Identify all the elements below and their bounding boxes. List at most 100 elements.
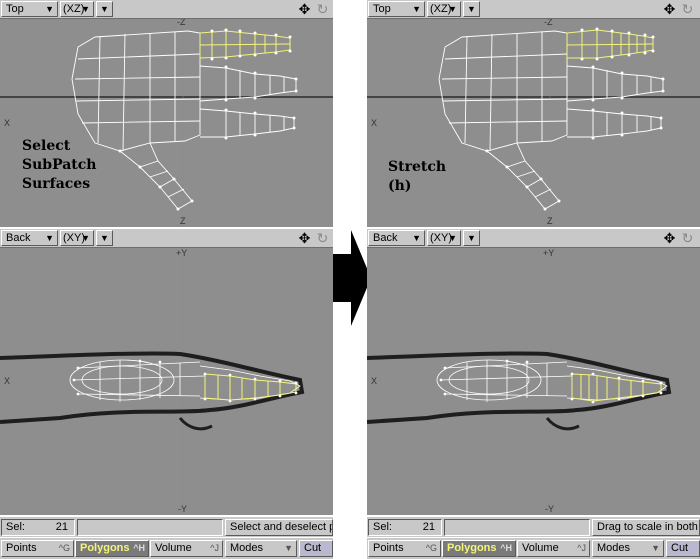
dropdown-arrow-icon: ▼ xyxy=(448,4,457,14)
projection-menu[interactable]: (XZ) ▼ xyxy=(427,1,461,17)
hint-text: Drag to scale in both a xyxy=(592,519,700,536)
mode-label: Polygons xyxy=(447,542,497,554)
before-panel: Top ▼ (XZ) ▼ ▼ ✥ ↻ -Z Z X Select SubPatc… xyxy=(0,0,333,559)
move-view-icon[interactable]: ✥ xyxy=(661,230,678,246)
dropdown-arrow-icon: ▼ xyxy=(412,233,421,243)
view-type-menu[interactable]: Back ▼ xyxy=(368,230,425,246)
back-viewport[interactable]: Back ▼ (XY) ▼ ▼ ✥ ↻ +Y -Y X xyxy=(367,229,700,515)
dropdown-arrow-icon: ▼ xyxy=(81,4,90,14)
viewport-toolbar: Back ▼ (XY) ▼ ▼ ✥ ↻ xyxy=(367,229,700,248)
move-view-icon[interactable]: ✥ xyxy=(296,1,313,17)
projection-menu[interactable]: (XY) ▼ xyxy=(427,230,461,246)
viewport-options-button[interactable]: ▼ xyxy=(96,230,113,246)
back-view-canvas: +Y -Y X xyxy=(367,248,672,515)
viewport-toolbar: Back ▼ (XY) ▼ ▼ ✥ ↻ xyxy=(0,229,333,248)
mode-label: Polygons xyxy=(80,542,130,554)
mode-bar: Points ^G Polygons ^H Volume ^J Modes ▼ … xyxy=(0,538,333,559)
top-viewport[interactable]: Top ▼ (XZ) ▼ ▼ ✥ ↻ -Z Z X xyxy=(367,0,700,227)
caption-line: Surfaces xyxy=(22,176,91,192)
dropdown-arrow-icon: ▼ xyxy=(45,4,54,14)
modes-menu[interactable]: Modes ▼ xyxy=(592,540,664,557)
polygons-mode-button[interactable]: Polygons ^H xyxy=(75,540,149,557)
view-type-label: Top xyxy=(373,3,391,15)
axis-label-bottom: Z xyxy=(180,216,186,226)
mode-label: Volume xyxy=(155,542,192,554)
axis-label-bottom: -Y xyxy=(178,504,187,514)
axis-label-top: -Z xyxy=(544,19,553,27)
sel-label: Sel: xyxy=(6,521,25,533)
caption-line: SubPatch xyxy=(22,157,97,173)
dropdown-arrow-icon: ▼ xyxy=(467,4,476,14)
polygons-mode-button[interactable]: Polygons ^H xyxy=(442,540,516,557)
shortcut-key: ^H xyxy=(500,543,512,553)
axis-label-left: X xyxy=(371,118,377,128)
volume-mode-button[interactable]: Volume ^J xyxy=(150,540,223,557)
view-type-label: Top xyxy=(6,3,24,15)
caption: Stretch (h) xyxy=(388,158,446,196)
selection-count: Sel: 21 xyxy=(1,519,75,536)
dropdown-arrow-icon: ▼ xyxy=(467,233,476,243)
move-view-icon[interactable]: ✥ xyxy=(661,1,678,17)
viewport-options-button[interactable]: ▼ xyxy=(463,230,480,246)
shortcut-key: ^H xyxy=(133,543,145,553)
dropdown-arrow-icon: ▼ xyxy=(100,4,109,14)
projection-menu[interactable]: (XZ) ▼ xyxy=(60,1,94,17)
back-view-canvas: +Y -Y X xyxy=(0,248,305,515)
back-viewport[interactable]: Back ▼ (XY) ▼ ▼ ✥ ↻ +Y -Y X xyxy=(0,229,333,515)
hint-text: Select and deselect p xyxy=(225,519,333,536)
mode-label: Points xyxy=(373,542,404,554)
top-view-canvas: -Z Z X xyxy=(0,19,333,227)
mode-label: Cut xyxy=(671,542,689,554)
view-type-label: Back xyxy=(6,232,31,244)
after-panel: Top ▼ (XZ) ▼ ▼ ✥ ↻ -Z Z X Stretch (h) Ba… xyxy=(367,0,700,559)
points-mode-button[interactable]: Points ^G xyxy=(1,540,74,557)
dropdown-arrow-icon: ▼ xyxy=(651,543,660,553)
mode-label: Modes xyxy=(597,542,631,554)
axis-label-left: X xyxy=(4,376,10,386)
viewport-options-button[interactable]: ▼ xyxy=(96,1,113,17)
axis-label-bottom: Z xyxy=(547,216,553,226)
status-bar: Sel: 21 Select and deselect p xyxy=(0,517,333,537)
dropdown-arrow-icon: ▼ xyxy=(45,233,54,243)
cut-button[interactable]: Cut xyxy=(666,540,700,557)
axis-label-bottom: -Y xyxy=(545,504,554,514)
sel-label: Sel: xyxy=(373,521,392,533)
mode-label: Cut xyxy=(304,542,322,554)
caption-line: Stretch xyxy=(388,159,447,175)
top-viewport[interactable]: Top ▼ (XZ) ▼ ▼ ✥ ↻ -Z Z X xyxy=(0,0,333,227)
view-type-menu[interactable]: Top ▼ xyxy=(368,1,425,17)
dropdown-arrow-icon: ▼ xyxy=(284,543,293,553)
view-type-menu[interactable]: Top ▼ xyxy=(1,1,58,17)
dropdown-arrow-icon: ▼ xyxy=(448,233,457,243)
shortcut-key: ^G xyxy=(425,543,437,553)
viewport-options-button[interactable]: ▼ xyxy=(463,1,480,17)
projection-menu[interactable]: (XY) ▼ xyxy=(60,230,94,246)
caption: Select SubPatch Surfaces xyxy=(22,137,96,194)
rotate-view-icon[interactable]: ↻ xyxy=(679,230,696,246)
shortcut-key: ^G xyxy=(58,543,70,553)
modes-menu[interactable]: Modes ▼ xyxy=(225,540,297,557)
points-mode-button[interactable]: Points ^G xyxy=(368,540,441,557)
cut-button[interactable]: Cut xyxy=(299,540,333,557)
caption-line: Select xyxy=(22,138,71,154)
view-type-menu[interactable]: Back ▼ xyxy=(1,230,58,246)
shortcut-key: ^J xyxy=(577,543,586,553)
mode-label: Volume xyxy=(522,542,559,554)
caption-line: (h) xyxy=(388,178,412,194)
view-type-label: Back xyxy=(373,232,398,244)
axis-label-left: X xyxy=(371,376,377,386)
numeric-field xyxy=(77,519,223,536)
mode-label: Points xyxy=(6,542,37,554)
axis-label-top: +Y xyxy=(176,248,187,258)
volume-mode-button[interactable]: Volume ^J xyxy=(517,540,590,557)
numeric-field xyxy=(444,519,590,536)
dropdown-arrow-icon: ▼ xyxy=(81,233,90,243)
rotate-view-icon[interactable]: ↻ xyxy=(314,1,331,17)
rotate-view-icon[interactable]: ↻ xyxy=(679,1,696,17)
move-view-icon[interactable]: ✥ xyxy=(296,230,313,246)
sel-count: 21 xyxy=(55,521,68,533)
viewport-toolbar: Top ▼ (XZ) ▼ ▼ ✥ ↻ xyxy=(367,0,700,19)
shortcut-key: ^J xyxy=(210,543,219,553)
axis-label-left: X xyxy=(4,118,10,128)
dropdown-arrow-icon: ▼ xyxy=(100,233,109,243)
